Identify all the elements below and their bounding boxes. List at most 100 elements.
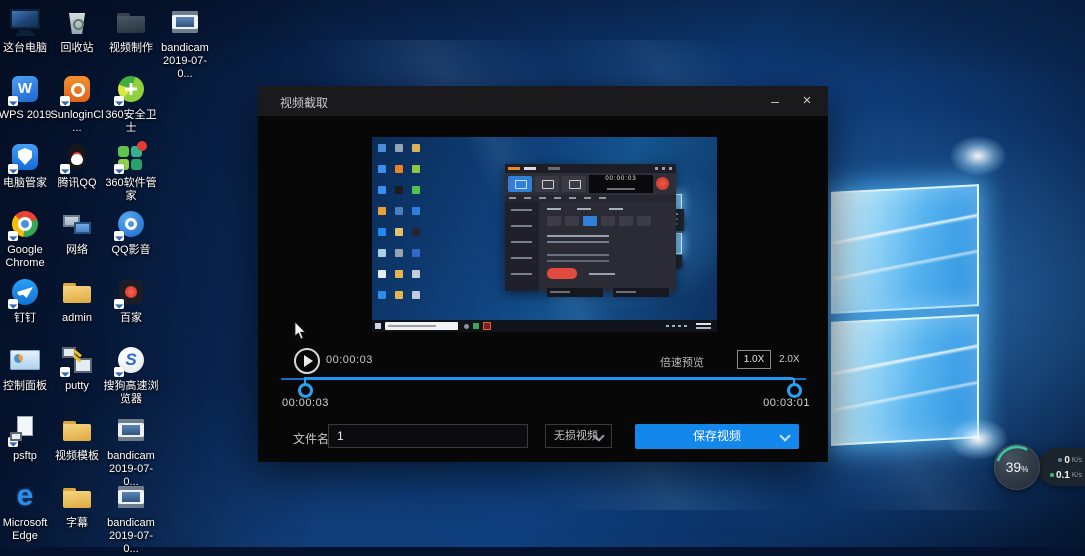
desktop-icon-admin-folder[interactable]: admin — [49, 275, 105, 325]
preview-recorder-window: 00:00:03 — [505, 164, 676, 291]
icon-label: 钉钉 — [14, 312, 36, 325]
preview-recorder-tabs — [547, 216, 561, 226]
desktop-icon-subtitle-folder[interactable]: 字幕 — [49, 480, 105, 530]
upload-unit: K/s — [1072, 457, 1082, 464]
usage-percent-value: 39 — [1006, 459, 1022, 475]
shortcut-arrow-icon — [8, 437, 18, 447]
desktop-icon-template-folder[interactable]: 视频模板 — [49, 413, 105, 463]
icon-label: WPS 2019 — [0, 109, 51, 122]
video-preview[interactable]: 00:00:03 — [372, 137, 717, 332]
putty-icon — [60, 343, 94, 377]
sunlogin-icon — [60, 72, 94, 106]
preview-game-mode-button — [535, 176, 559, 192]
icon-label: 视频制作 — [109, 42, 153, 55]
save-dropdown-chevron-icon[interactable] — [779, 430, 790, 441]
timeline-end-time: 00:03:01 — [763, 397, 810, 409]
film-file-icon — [114, 413, 148, 447]
timeline-selected-range[interactable] — [304, 377, 793, 380]
desktop-icon-360-safe[interactable]: 360安全卫士 — [103, 72, 159, 135]
desktop-icon-bandicam-file-3[interactable]: bandicam 2019-07-0... — [103, 480, 159, 556]
icon-label: bandicam 2019-07-0... — [157, 42, 213, 81]
usage-percent-unit: % — [1021, 465, 1028, 474]
close-button[interactable]: × — [790, 86, 824, 116]
desktop-icon-recycle-bin[interactable]: 回收站 — [49, 5, 105, 55]
download-unit: K/s — [1072, 472, 1082, 479]
windows-desktop: { "desktop": { "icons": [ {"label": "这台电… — [0, 0, 1085, 547]
preview-tray-icons — [684, 325, 687, 327]
shortcut-arrow-icon — [8, 164, 18, 174]
wps-icon — [8, 72, 42, 106]
speed-option-2x[interactable]: 2.0X — [779, 354, 800, 365]
preview-tray-icon-active — [483, 322, 491, 330]
desktop-icon-qq-player[interactable]: QQ影音 — [103, 207, 159, 257]
sogou-browser-icon — [114, 343, 148, 377]
desktop-icon-bandicam-file-2[interactable]: bandicam 2019-07-0... — [103, 413, 159, 489]
desktop-icon-sunlogin[interactable]: SunloginCl... — [49, 72, 105, 135]
desktop-icon-network[interactable]: 网络 — [49, 207, 105, 257]
shortcut-arrow-icon — [8, 231, 18, 241]
icon-label: Microsoft Edge — [0, 517, 53, 543]
record-app-icon — [114, 275, 148, 309]
desktop-icon-psftp[interactable]: psftp — [0, 413, 53, 463]
icon-label: 这台电脑 — [3, 42, 47, 55]
desktop-icon-pc-manager[interactable]: 电脑管家 — [0, 140, 53, 190]
desktop-icon-sogou-browser[interactable]: 搜狗高速浏览器 — [103, 343, 159, 406]
dialog-title: 视频截取 — [280, 94, 328, 111]
film-file-icon — [168, 5, 202, 39]
desktop-icon-control-panel[interactable]: 控制面板 — [0, 343, 53, 393]
shortcut-arrow-icon — [114, 96, 124, 106]
format-dropdown[interactable]: 无损视频 — [545, 424, 612, 448]
download-speed-row: 0.1 K/s — [1050, 469, 1082, 481]
desktop-icon-putty[interactable]: putty — [49, 343, 105, 393]
360-software-icon — [114, 140, 148, 174]
upload-speed-row: 0 K/s — [1058, 454, 1082, 466]
desktop-icon-baijia[interactable]: 百家 — [103, 275, 159, 325]
timeline-end-handle[interactable] — [787, 383, 802, 398]
dialog-titlebar[interactable]: 视频截取 – × — [258, 86, 828, 116]
shortcut-arrow-icon — [60, 96, 70, 106]
icon-label: psftp — [13, 450, 37, 463]
desktop-icon-video-folder[interactable]: 视频制作 — [103, 5, 159, 55]
network-icon — [60, 207, 94, 241]
360-safe-icon — [114, 72, 148, 106]
preview-recorder-statusbar — [505, 195, 676, 202]
qq-icon — [60, 140, 94, 174]
icon-label: 360安全卫士 — [103, 109, 159, 135]
psftp-icon — [8, 413, 42, 447]
preview-desktop-icons — [378, 144, 386, 152]
windows-logo-pane-bottom — [831, 314, 979, 446]
save-video-button[interactable]: 保存视频 — [635, 424, 799, 449]
usage-percent: 39% — [994, 444, 1040, 490]
filename-input[interactable] — [328, 424, 528, 448]
folder-icon — [60, 480, 94, 514]
preview-screen-mode-button — [508, 176, 532, 192]
icon-label: 控制面板 — [3, 380, 47, 393]
desktop-icon-edge[interactable]: Microsoft Edge — [0, 480, 53, 543]
person-glyph — [73, 287, 81, 295]
timeline-start-time: 00:00:03 — [282, 397, 329, 409]
admin-folder-icon — [60, 275, 94, 309]
preview-tray-icon — [473, 323, 479, 329]
desktop-icon-bandicam-file-1[interactable]: bandicam 2019-07-0... — [157, 5, 213, 81]
upload-value: 0 — [1064, 455, 1070, 466]
desktop-icon-wps[interactable]: WPS 2019 — [0, 72, 53, 122]
desktop-icon-dingtalk[interactable]: 钉钉 — [0, 275, 53, 325]
icon-label: putty — [65, 380, 89, 393]
recycle-bin-icon — [60, 5, 94, 39]
shortcut-arrow-icon — [60, 367, 70, 377]
timeline-start-handle[interactable] — [298, 383, 313, 398]
desktop-icon-qq[interactable]: 腾讯QQ — [49, 140, 105, 190]
desktop-icon-360-software[interactable]: 360软件管家 — [103, 140, 159, 203]
desktop-icon-this-pc[interactable]: 这台电脑 — [0, 5, 53, 55]
control-panel-icon — [8, 343, 42, 377]
preview-record-button-icon — [656, 177, 669, 190]
desktop-icon-chrome[interactable]: Google Chrome — [0, 207, 53, 270]
download-dot-icon — [1050, 473, 1054, 477]
speed-option-1x[interactable]: 1.0X — [737, 350, 771, 369]
minimize-button[interactable]: – — [758, 86, 792, 116]
preview-recorder-timer: 00:00:03 — [589, 175, 653, 193]
shortcut-arrow-icon — [114, 367, 124, 377]
play-button[interactable] — [294, 348, 320, 374]
icon-label: 字幕 — [66, 517, 88, 530]
memory-usage-ball[interactable]: 39% — [994, 444, 1040, 490]
